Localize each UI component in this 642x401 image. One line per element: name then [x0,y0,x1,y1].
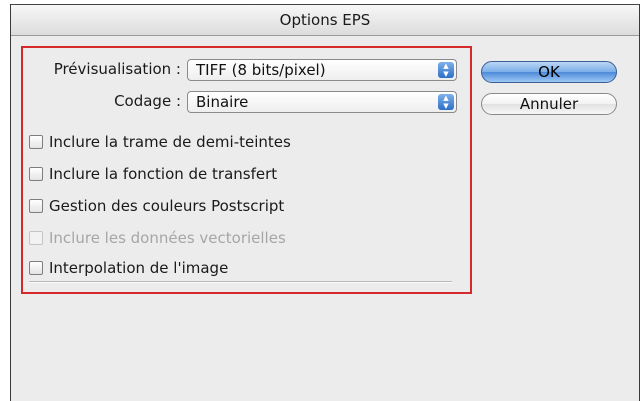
transfer-function-checkbox[interactable] [29,167,43,181]
transfer-function-option[interactable]: Inclure la fonction de transfert [29,164,277,184]
encoding-select-value: Binaire [196,93,249,111]
image-interpolation-checkbox[interactable] [29,261,43,275]
vector-data-label: Inclure les données vectorielles [49,229,286,247]
postscript-color-management-label: Gestion des couleurs Postscript [49,197,285,215]
encoding-label: Codage : [114,92,181,110]
dialog-content: Prévisualisation : TIFF (8 bits/pixel) ▲… [11,36,639,401]
encoding-select-arrows-icon: ▲ ▼ [438,94,454,110]
eps-options-dialog: Options EPS Prévisualisation : TIFF (8 b… [10,4,640,401]
vector-data-checkbox [29,231,43,245]
preview-select[interactable]: TIFF (8 bits/pixel) ▲ ▼ [187,59,457,81]
vector-data-option: Inclure les données vectorielles [29,228,286,248]
options-separator [29,281,452,283]
preview-select-arrows-icon: ▲ ▼ [438,62,454,78]
postscript-color-management-option[interactable]: Gestion des couleurs Postscript [29,196,284,216]
preview-label: Prévisualisation : [53,60,181,78]
dialog-title: Options EPS [11,4,639,36]
preview-select-value: TIFF (8 bits/pixel) [196,61,326,79]
ok-button[interactable]: OK [481,61,617,83]
cancel-button[interactable]: Annuler [481,93,617,115]
halftone-screen-label: Inclure la trame de demi-teintes [49,133,291,151]
encoding-select[interactable]: Binaire ▲ ▼ [187,91,457,113]
transfer-function-label: Inclure la fonction de transfert [49,165,278,183]
image-interpolation-label: Interpolation de l'image [49,259,229,277]
halftone-screen-option[interactable]: Inclure la trame de demi-teintes [29,132,291,152]
halftone-screen-checkbox[interactable] [29,135,43,149]
image-interpolation-option[interactable]: Interpolation de l'image [29,258,228,278]
postscript-color-management-checkbox[interactable] [29,199,43,213]
